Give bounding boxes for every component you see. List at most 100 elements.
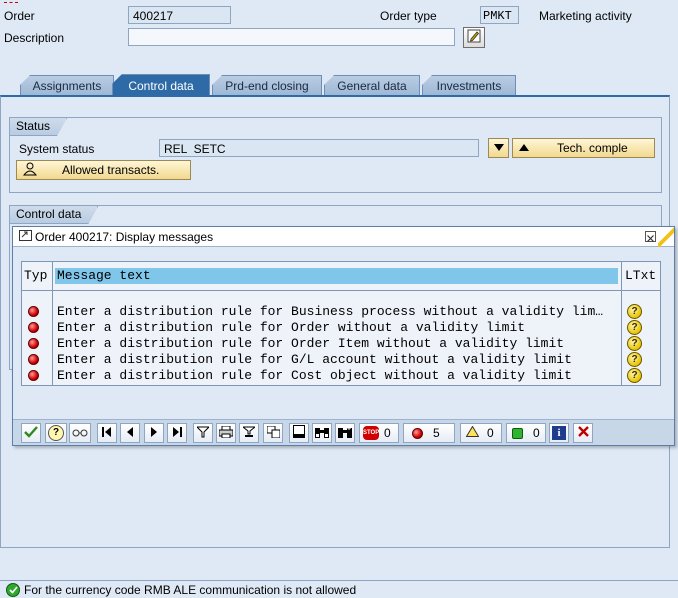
description-label: Description — [4, 31, 65, 45]
help-icon[interactable]: ? — [627, 336, 642, 351]
message-row[interactable]: Enter a distribution rule for Order with… — [22, 320, 660, 336]
tech-complete-button[interactable]: Tech. comple — [512, 138, 655, 158]
triangle-down-icon — [493, 141, 504, 155]
message-text: Enter a distribution rule for G/L accoun… — [57, 352, 572, 367]
warning-count: 0 — [487, 426, 494, 440]
success-check-icon — [6, 582, 20, 597]
tab-label: General data — [337, 79, 407, 93]
error-led-icon — [28, 370, 39, 381]
find-next-button[interactable] — [335, 423, 355, 443]
printer-icon — [218, 425, 234, 441]
information-button[interactable]: i — [549, 423, 569, 443]
info-icon: i — [552, 426, 566, 440]
help-icon[interactable]: ? — [627, 304, 642, 319]
select-layout-button[interactable] — [263, 423, 283, 443]
error-led-icon — [28, 306, 39, 317]
success-square-icon — [512, 427, 523, 439]
find-button[interactable] — [312, 423, 332, 443]
info-messages-filter[interactable]: 0 — [506, 423, 546, 443]
message-row[interactable]: Enter a distribution rule for Cost objec… — [22, 368, 660, 384]
error-messages-filter[interactable]: 5 — [403, 423, 455, 443]
filter-button[interactable] — [193, 423, 213, 443]
dialog-window-icon — [19, 229, 32, 244]
column-header-typ[interactable]: Typ — [24, 268, 47, 284]
person-icon — [22, 162, 38, 179]
tab-label: Prd-end closing — [225, 79, 309, 93]
tab-investments[interactable]: Investments — [422, 75, 516, 96]
window-corner-mark — [4, 2, 18, 6]
cancel-button[interactable] — [573, 423, 593, 443]
error-led-icon — [28, 322, 39, 333]
message-row[interactable]: Enter a distribution rule for Order Item… — [22, 336, 660, 352]
continue-button[interactable] — [21, 423, 41, 443]
tab-label: Investments — [436, 79, 502, 93]
next-icon — [150, 426, 158, 440]
edit-long-text-button[interactable] — [463, 27, 485, 48]
checkmark-icon — [24, 425, 38, 441]
binoculars-plus-icon — [338, 425, 352, 441]
tab-label: Assignments — [32, 79, 102, 93]
status-group-title: Status — [10, 118, 67, 136]
message-row[interactable]: Enter a distribution rule for G/L accoun… — [22, 352, 660, 368]
layout-icon — [266, 425, 280, 441]
message-row[interactable]: Enter a distribution rule for Business p… — [22, 304, 660, 320]
info-count: 0 — [533, 426, 540, 440]
stop-icon: STOP — [363, 426, 379, 440]
next-page-button[interactable] — [144, 423, 164, 443]
warning-triangle-icon — [465, 425, 480, 440]
stop-messages-filter[interactable]: STOP 0 — [359, 423, 399, 443]
binoculars-icon — [315, 426, 329, 441]
column-header-message-text[interactable]: Message text — [55, 268, 618, 284]
help-icon[interactable]: ? — [627, 320, 642, 335]
column-header-ltxt[interactable]: LTxt — [625, 268, 656, 284]
technical-info-button[interactable] — [69, 423, 91, 443]
help-icon: ? — [48, 425, 64, 441]
last-page-button[interactable] — [167, 423, 187, 443]
order-label: Order — [4, 9, 35, 23]
print-button[interactable] — [216, 423, 236, 443]
message-text: Enter a distribution rule for Order with… — [57, 320, 526, 335]
messages-dialog: Order 400217: Display messages Typ Messa… — [12, 226, 675, 446]
dialog-title-bar[interactable]: Order 400217: Display messages — [13, 227, 674, 247]
triangle-up-icon — [519, 141, 529, 155]
subtotal-button[interactable] — [239, 423, 259, 443]
tab-control-data[interactable]: Control data — [112, 74, 210, 96]
first-page-button[interactable] — [97, 423, 117, 443]
help-icon[interactable]: ? — [627, 352, 642, 367]
error-led-icon — [28, 338, 39, 349]
dialog-toolbar: ? STOP 0 5 0 0 i — [13, 419, 674, 445]
filter-icon — [195, 426, 211, 441]
subtotal-icon — [241, 426, 257, 441]
description-field[interactable] — [128, 28, 455, 46]
allowed-transacts-button[interactable]: Allowed transacts. — [16, 160, 191, 180]
message-text: Enter a distribution rule for Order Item… — [57, 336, 565, 351]
tech-complete-label: Tech. comple — [557, 141, 628, 155]
messages-table: Typ Message text LTxt Enter a distributi… — [21, 261, 661, 386]
close-icon[interactable] — [645, 231, 656, 242]
control-data-group-title: Control data — [10, 206, 98, 224]
dialog-title: Order 400217: Display messages — [35, 229, 214, 244]
help-button[interactable]: ? — [45, 423, 67, 443]
status-message: For the currency code RMB ALE communicat… — [24, 582, 357, 597]
status-dropdown-button[interactable] — [488, 138, 509, 158]
warning-messages-filter[interactable]: 0 — [460, 423, 502, 443]
tab-general-data[interactable]: General data — [324, 75, 420, 96]
help-icon[interactable]: ? — [627, 368, 642, 383]
last-page-icon — [172, 426, 182, 440]
order-type-label: Order type — [380, 9, 437, 23]
glasses-icon — [72, 426, 88, 440]
tab-prd-end-closing[interactable]: Prd-end closing — [212, 75, 322, 96]
header-separator — [22, 290, 660, 291]
first-page-icon — [102, 426, 112, 440]
error-led-icon — [412, 427, 423, 439]
document-icon — [293, 425, 305, 441]
allowed-transacts-label: Allowed transacts. — [62, 163, 160, 177]
pencil-icon — [467, 29, 481, 46]
document-button[interactable] — [289, 423, 309, 443]
stop-count: 0 — [384, 426, 391, 440]
order-field[interactable]: 400217 — [128, 6, 231, 24]
order-type-field[interactable]: PMKT — [480, 6, 519, 24]
previous-page-button[interactable] — [120, 423, 140, 443]
tab-assignments[interactable]: Assignments — [20, 75, 114, 96]
order-type-description: Marketing activity — [539, 9, 632, 23]
